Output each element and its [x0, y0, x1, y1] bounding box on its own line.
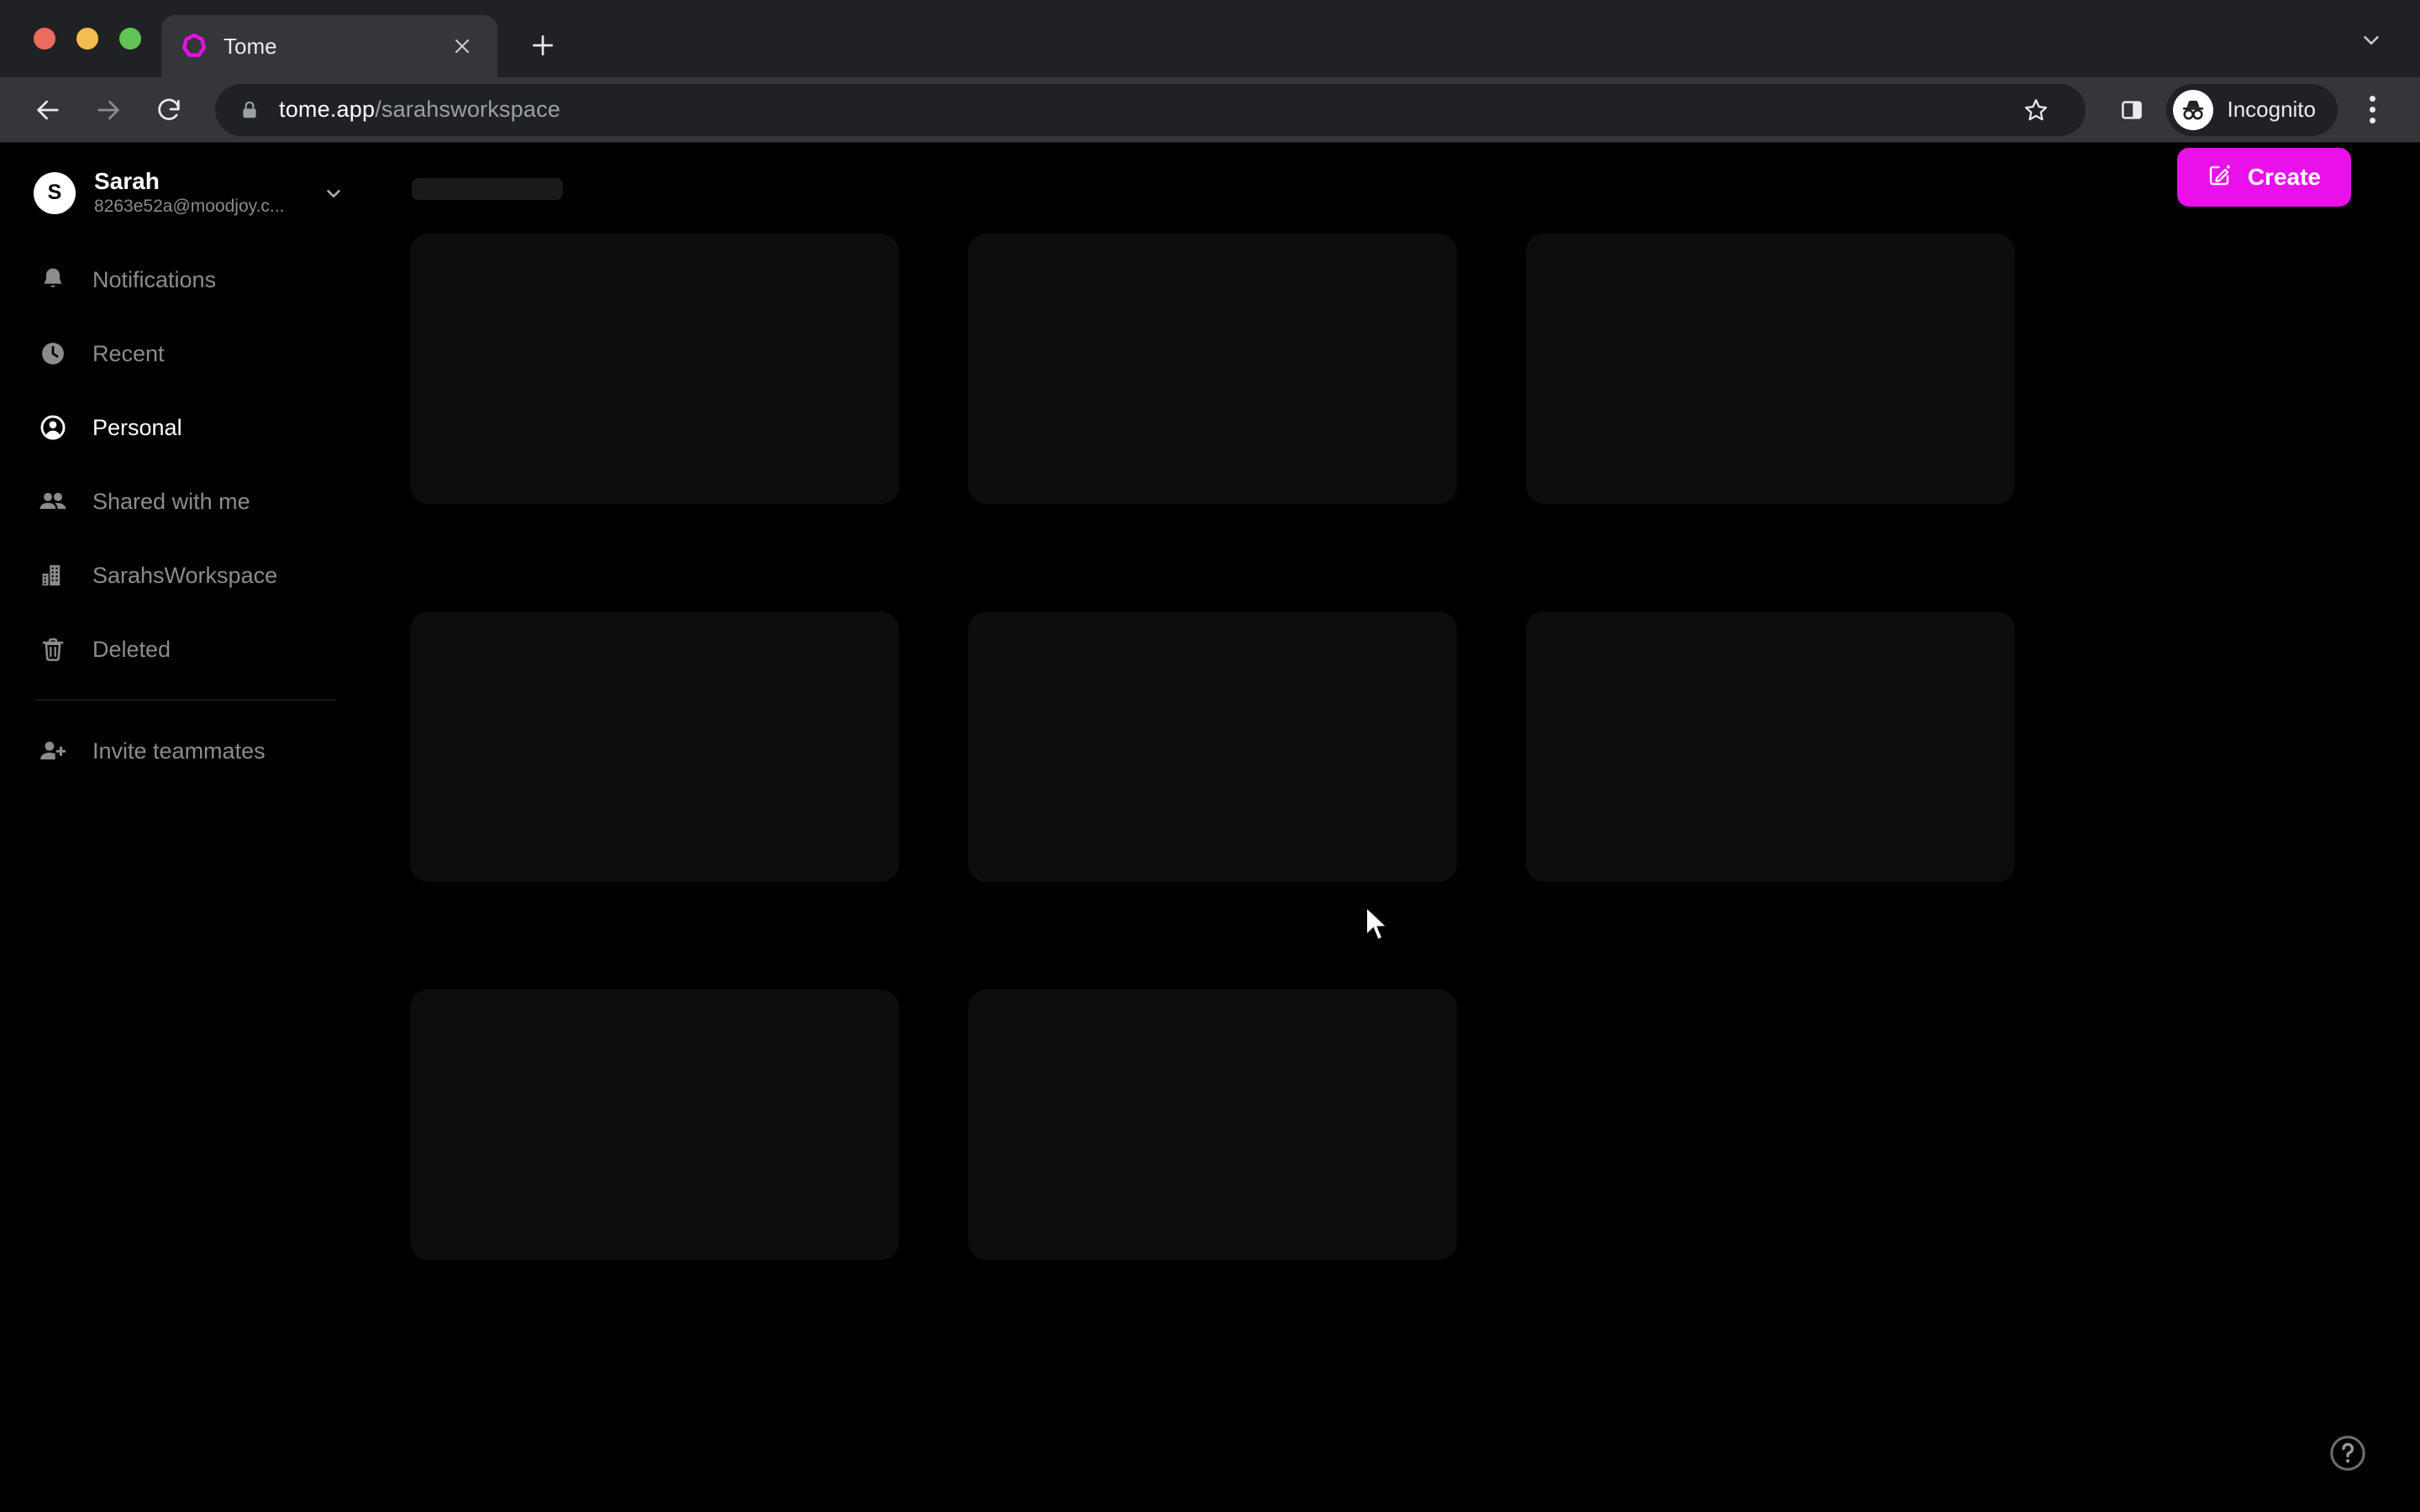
tome-logo-icon [180, 32, 208, 60]
sidebar: S Sarah 8263e52a@moodjoy.c... Notificati… [0, 143, 370, 1512]
incognito-icon [2173, 89, 2214, 130]
profile-name: Sarah [94, 168, 160, 194]
browser-tab[interactable]: Tome [161, 15, 497, 77]
sidebar-item-personal[interactable]: Personal [0, 391, 370, 465]
main-content: Create [370, 143, 2420, 1512]
tab-title: Tome [224, 33, 277, 59]
skeleton-card[interactable] [968, 990, 1457, 1260]
skeleton-card[interactable] [410, 990, 899, 1260]
address-bar-url: tome.app/sarahsworkspace [279, 97, 560, 123]
person-circle-icon [35, 410, 71, 445]
skeleton-card[interactable] [410, 612, 899, 882]
star-icon[interactable] [2010, 84, 2062, 136]
side-panel-icon[interactable] [2106, 84, 2158, 136]
sidebar-item-label: Personal [92, 414, 182, 440]
reload-icon[interactable] [143, 84, 195, 136]
forward-arrow-icon[interactable] [82, 84, 134, 136]
sidebar-item-deleted[interactable]: Deleted [0, 612, 370, 686]
skeleton-card[interactable] [1526, 612, 2015, 882]
create-button[interactable]: Create [2176, 148, 2351, 207]
close-window-button[interactable] [34, 28, 55, 50]
create-button-label: Create [2247, 164, 2321, 190]
minimize-window-button[interactable] [76, 28, 98, 50]
workspace-switcher[interactable]: S Sarah 8263e52a@moodjoy.c... [0, 158, 370, 228]
avatar: S [34, 171, 76, 214]
bell-icon [35, 262, 71, 297]
window-controls [25, 0, 161, 77]
sidebar-item-label: Deleted [92, 636, 171, 662]
incognito-profile-button[interactable]: Incognito [2166, 83, 2338, 136]
edit-square-icon [2207, 162, 2233, 193]
sidebar-item-label: Shared with me [92, 488, 250, 514]
sidebar-item-invite-teammates[interactable]: Invite teammates [0, 714, 370, 788]
help-button[interactable] [2326, 1433, 2370, 1477]
sidebar-item-recent[interactable]: Recent [0, 317, 370, 391]
person-add-icon [35, 733, 71, 769]
sidebar-item-sarahsworkspace[interactable]: SarahsWorkspace [0, 538, 370, 612]
tome-app: S Sarah 8263e52a@moodjoy.c... Notificati… [0, 143, 2420, 1512]
url-host: tome.app [279, 97, 376, 122]
back-arrow-icon[interactable] [22, 84, 74, 136]
tab-search-chevron-icon[interactable] [2353, 22, 2390, 59]
profile-text: Sarah 8263e52a@moodjoy.c... [94, 168, 304, 218]
help-circle-icon [2327, 1432, 2369, 1478]
sidebar-item-label: Invite teammates [92, 738, 266, 764]
lock-icon [239, 99, 260, 121]
new-tab-button[interactable] [519, 22, 566, 69]
close-icon[interactable] [445, 29, 479, 63]
address-bar[interactable]: tome.app/sarahsworkspace [215, 83, 2086, 136]
incognito-label: Incognito [2227, 97, 2316, 122]
skeleton-card[interactable] [410, 234, 899, 504]
browser-window: Tome tome.app/sarahsworkspace Incognito … [0, 0, 2420, 1512]
document-grid [370, 234, 2420, 1260]
maximize-window-button[interactable] [119, 28, 141, 50]
tab-strip: Tome [0, 0, 2420, 77]
browser-toolbar: tome.app/sarahsworkspace Incognito [0, 77, 2420, 143]
url-path: /sarahsworkspace [375, 97, 560, 122]
sidebar-divider [35, 700, 336, 701]
skeleton-title-placeholder [412, 178, 563, 200]
sidebar-item-label: Notifications [92, 266, 217, 292]
sidebar-item-shared-with-me[interactable]: Shared with me [0, 465, 370, 538]
skeleton-card[interactable] [968, 234, 1457, 504]
trash-icon [35, 632, 71, 667]
people-icon [35, 484, 71, 519]
sidebar-item-label: SarahsWorkspace [92, 562, 278, 588]
skeleton-card[interactable] [968, 612, 1457, 882]
profile-email: 8263e52a@moodjoy.c... [94, 197, 285, 217]
chevron-down-icon[interactable] [323, 182, 345, 204]
skeleton-card[interactable] [1526, 234, 2015, 504]
sidebar-item-notifications[interactable]: Notifications [0, 243, 370, 317]
clock-icon [35, 336, 71, 371]
kebab-menu-icon[interactable] [2346, 84, 2398, 136]
sidebar-item-label: Recent [92, 340, 165, 366]
building-icon [35, 558, 71, 593]
